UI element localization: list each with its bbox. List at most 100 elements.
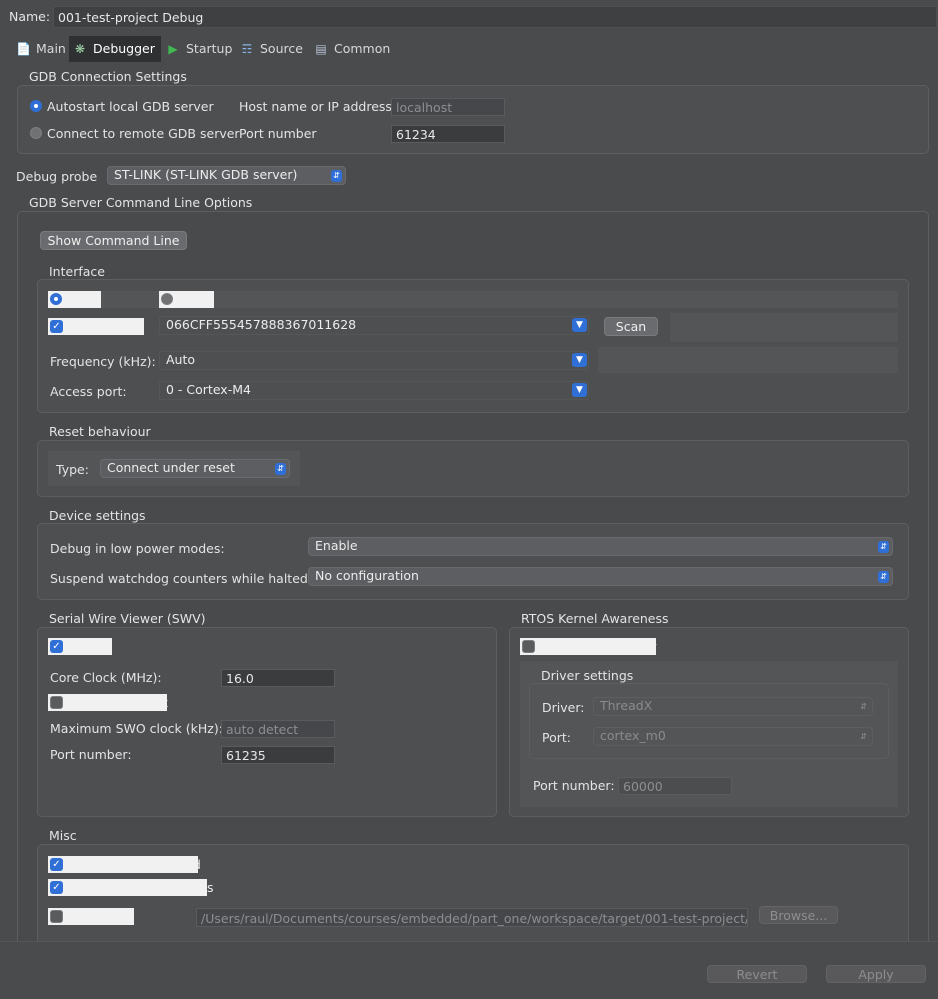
frequency-label: Frequency (kHz): [50, 354, 156, 369]
driver-select[interactable]: ThreadX ⇵ [593, 697, 873, 716]
tab-source[interactable]: ☶ Source [236, 36, 308, 62]
swd-label: SWD [67, 292, 97, 307]
tab-startup-label: Startup [186, 41, 233, 56]
gdb-connection-title: GDB Connection Settings [29, 69, 187, 84]
select-chevron-icon: ⇵ [275, 463, 286, 475]
tab-main-label: Main [36, 41, 66, 56]
tab-common[interactable]: ▤ Common [310, 36, 392, 62]
bug-icon: ❋ [74, 42, 86, 56]
port-label: Port number [239, 126, 317, 141]
frequency-spacer [598, 347, 898, 373]
driver-settings-group [529, 683, 889, 759]
frequency-select[interactable]: Auto ▼ [159, 351, 589, 370]
device-group [37, 523, 909, 600]
swd-radio[interactable] [50, 293, 62, 305]
dropdown-chevron-icon: ▼ [572, 353, 587, 367]
debug-probe-label: Debug probe [16, 169, 98, 184]
limit-swo-checkbox[interactable] [50, 696, 63, 709]
rtos-port-select[interactable]: cortex_m0 ⇵ [593, 727, 873, 746]
host-label: Host name or IP address [239, 99, 392, 114]
log-path-input[interactable]: /Users/raul/Documents/courses/embedded/p… [196, 908, 748, 927]
reset-type-label: Type: [56, 462, 89, 477]
access-port-value: 0 - Cortex-M4 [166, 382, 251, 397]
reset-title: Reset behaviour [49, 424, 151, 439]
host-input[interactable]: localhost [391, 98, 505, 116]
port-input[interactable]: 61234 [391, 125, 505, 143]
scan-spacer [670, 313, 898, 342]
autostart-label: Autostart local GDB server [47, 99, 214, 114]
stlink-sn-value: 066CFF555457888367011628 [166, 317, 357, 332]
tab-debugger[interactable]: ❋ Debugger [69, 36, 161, 62]
select-chevron-icon: ⇵ [860, 732, 867, 741]
rtos-port-number-label: Port number: [533, 778, 615, 793]
misc-title: Misc [49, 828, 77, 843]
stlink-sn-select[interactable]: 066CFF555457888367011628 ▼ [159, 316, 589, 335]
swv-title: Serial Wire Viewer (SWV) [49, 611, 206, 626]
server-options-title: GDB Server Command Line Options [29, 195, 253, 210]
log-file-checkbox[interactable] [50, 910, 63, 923]
swv-enable-label: Enable [67, 639, 110, 654]
driver-label: Driver: [542, 700, 585, 715]
jtag-label: JTAG [178, 292, 207, 307]
debug-probe-value: ST-LINK (ST-LINK GDB server) [114, 167, 298, 182]
stlink-sn-label: ST-LINK S/N [67, 319, 140, 334]
max-swo-input[interactable]: auto detect [221, 720, 335, 738]
debug-probe-select[interactable]: ST-LINK (ST-LINK GDB server) ⇵ [107, 166, 346, 185]
name-field[interactable]: 001-test-project Debug [53, 6, 937, 28]
tab-main[interactable]: 📄 Main [12, 36, 68, 62]
low-power-select[interactable]: Enable ⇵ [308, 537, 893, 556]
play-icon: ▶ [168, 42, 178, 56]
live-expr-checkbox[interactable]: ✓ [50, 881, 63, 894]
document-icon: 📄 [16, 42, 31, 56]
swv-port-label: Port number: [50, 747, 132, 762]
select-chevron-icon: ⇵ [878, 541, 889, 553]
gdb-connection-group [17, 85, 929, 154]
stlink-sn-checkbox[interactable]: ✓ [50, 320, 63, 333]
watchdog-select[interactable]: No configuration ⇵ [308, 567, 893, 586]
select-chevron-icon: ⇵ [860, 702, 867, 711]
log-file-label: Log to file: [67, 909, 134, 924]
rtos-port-label: Port: [542, 730, 571, 745]
rtos-port-value: cortex_m0 [600, 728, 666, 743]
tab-startup[interactable]: ▶ Startup [162, 36, 234, 62]
common-icon: ▤ [315, 42, 327, 56]
max-swo-label: Maximum SWO clock (kHz): [50, 721, 223, 736]
watchdog-value: No configuration [315, 568, 419, 583]
remote-radio[interactable] [30, 127, 42, 139]
rtos-proxy-checkbox[interactable] [522, 640, 535, 653]
reset-type-value: Connect under reset [107, 460, 235, 475]
frequency-value: Auto [166, 352, 196, 367]
dropdown-chevron-icon: ▼ [572, 383, 587, 397]
rtos-port-number-input[interactable]: 60000 [618, 777, 732, 795]
access-port-select[interactable]: 0 - Cortex-M4 ▼ [159, 381, 589, 400]
limit-swo-label: Limit SWO clock [67, 695, 169, 710]
driver-settings-title: Driver settings [541, 668, 634, 683]
low-power-label: Debug in low power modes: [50, 541, 225, 556]
rtos-proxy-label: Enable RTOS Proxy [539, 639, 657, 654]
reset-type-select[interactable]: Connect under reset ⇵ [100, 459, 290, 478]
swv-enable-checkbox[interactable]: ✓ [50, 640, 63, 653]
show-command-line-button[interactable]: Show Command Line [40, 231, 187, 250]
core-clock-label: Core Clock (MHz): [50, 670, 162, 685]
remote-label: Connect to remote GDB server [47, 126, 240, 141]
name-label: Name: [9, 9, 51, 24]
jtag-radio[interactable] [161, 293, 173, 305]
verify-flash-checkbox[interactable]: ✓ [50, 858, 63, 871]
scan-button[interactable]: Scan [604, 317, 658, 336]
swv-port-input[interactable]: 61235 [221, 746, 335, 764]
autostart-radio[interactable] [30, 100, 42, 112]
revert-button[interactable]: Revert [707, 965, 807, 983]
live-expr-label: Enable live expressions [67, 880, 214, 895]
core-clock-input[interactable]: 16.0 [221, 669, 335, 687]
watchdog-label: Suspend watchdog counters while halted: [50, 571, 313, 586]
browse-button[interactable]: Browse... [759, 906, 838, 924]
device-title: Device settings [49, 508, 146, 523]
verify-flash-label: Verify flash download [67, 857, 201, 872]
rtos-title: RTOS Kernel Awareness [521, 611, 669, 626]
interface-title: Interface [49, 264, 105, 279]
tab-debugger-label: Debugger [93, 41, 155, 56]
select-chevron-icon: ⇵ [878, 571, 889, 583]
apply-button[interactable]: Apply [826, 965, 926, 983]
name-row: Name: 001-test-project Debug [0, 0, 938, 30]
tab-common-label: Common [334, 41, 391, 56]
